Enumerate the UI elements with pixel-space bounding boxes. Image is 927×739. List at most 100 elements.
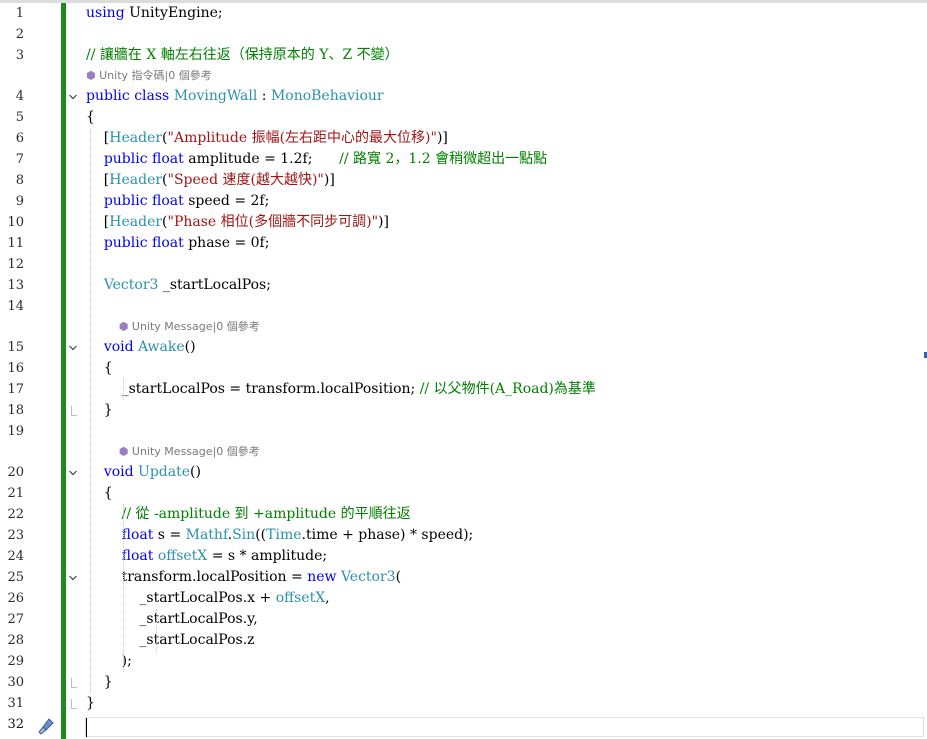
code-line[interactable]: { — [66, 483, 927, 504]
code-token: .time + phase) * speed); — [301, 527, 474, 543]
code-line[interactable]: using UnityEngine; — [66, 3, 927, 24]
line-number: 23 — [7, 528, 24, 543]
code-token: Vector3 — [340, 569, 396, 585]
code-line[interactable]: Vector3 _startLocalPos; — [66, 275, 927, 296]
code-line[interactable]: [Header("Speed 速度(越大越快)")] — [66, 170, 927, 191]
fold-end-marker — [71, 699, 77, 709]
code-line[interactable]: } — [66, 400, 927, 421]
code-text: { — [86, 107, 95, 128]
line-number: 6 — [15, 131, 24, 146]
code-token: _startLocalPos.z — [86, 632, 255, 648]
code-token: s = — [153, 527, 186, 543]
code-text: void Update() — [86, 462, 201, 483]
code-text: public float amplitude = 1.2f; // 路寬 2，1… — [86, 149, 547, 170]
line-number: 13 — [7, 278, 24, 293]
code-line[interactable] — [66, 296, 927, 317]
code-line[interactable]: _startLocalPos.z — [66, 630, 927, 651]
paintbrush-icon[interactable] — [36, 716, 56, 736]
line-number: 16 — [7, 361, 24, 376]
code-line[interactable]: _startLocalPos.x + offsetX, — [66, 588, 927, 609]
code-token: MovingWall — [173, 88, 258, 104]
code-line[interactable]: // 從 -amplitude 到 +amplitude 的平順往返 — [66, 504, 927, 525]
chevron-down-icon[interactable] — [68, 573, 78, 583]
code-token: ); — [86, 653, 132, 669]
code-line[interactable]: public float phase = 0f; — [66, 233, 927, 254]
chevron-down-icon[interactable] — [68, 92, 78, 102]
unity-cube-icon: ⬢ — [118, 320, 132, 333]
code-line[interactable]: float offsetX = s * amplitude; — [66, 546, 927, 567]
code-text: // 從 -amplitude 到 +amplitude 的平順往返 — [86, 504, 411, 525]
code-line[interactable]: _startLocalPos.y, — [66, 609, 927, 630]
code-editor[interactable]: 1 using UnityEngine; 2 3// 讓牆在 X 軸左右往返（保持原本… — [0, 0, 927, 739]
code-token: using — [86, 5, 125, 21]
codelens-hint[interactable]: ⬢ Unity Message|0 個參考 — [119, 320, 260, 334]
indent-guide — [123, 504, 124, 672]
code-line[interactable]: } — [66, 672, 927, 693]
indent-guide — [123, 379, 124, 400]
code-token: )] — [323, 172, 335, 188]
code-token: Update — [138, 464, 191, 480]
line-number: 9 — [15, 194, 24, 209]
fold-end-marker — [71, 406, 77, 416]
line-number: 2 — [15, 27, 24, 42]
code-line[interactable]: public float amplitude = 1.2f; // 路寬 2，1… — [66, 149, 927, 170]
line-number: 28 — [7, 633, 24, 648]
code-token: : — [257, 88, 271, 104]
codelens-hint[interactable]: ⬢ Unity 指令碼|0 個參考 — [86, 69, 212, 83]
code-line[interactable]: // 讓牆在 X 軸左右往返（保持原本的 Y、Z 不變） — [66, 45, 927, 66]
unity-cube-icon: ⬢ — [86, 69, 100, 82]
code-token: "Amplitude 振幅(左右距中心的最大位移)" — [167, 130, 437, 146]
code-token: , — [325, 590, 330, 606]
code-line[interactable]: void Update() — [66, 462, 927, 483]
code-token: public — [103, 193, 148, 209]
line-number: 24 — [7, 549, 24, 564]
code-token: (( — [255, 527, 267, 543]
code-line[interactable] — [66, 421, 927, 442]
code-line[interactable]: public float speed = 2f; — [66, 191, 927, 212]
line-number: 17 — [7, 382, 24, 397]
code-text: [Header("Speed 速度(越大越快)")] — [86, 170, 335, 191]
code-line[interactable] — [66, 24, 927, 45]
code-line[interactable]: } — [66, 693, 927, 714]
code-line[interactable]: float s = Mathf.Sin((Time.time + phase) … — [66, 525, 927, 546]
code-line[interactable]: [Header("Phase 相位(多個牆不同步可調)")] — [66, 212, 927, 233]
code-line[interactable]: _startLocalPos = transform.localPosition… — [66, 379, 927, 400]
code-token: float — [152, 235, 184, 251]
line-number: 21 — [7, 486, 24, 501]
code-line[interactable]: ); — [66, 651, 927, 672]
code-text: [Header("Amplitude 振幅(左右距中心的最大位移)")] — [86, 128, 448, 149]
code-line[interactable]: public class MovingWall : MonoBehaviour — [66, 86, 927, 107]
code-token: public — [86, 88, 130, 104]
line-number: 26 — [7, 591, 24, 606]
chevron-down-icon[interactable] — [68, 468, 78, 478]
code-line[interactable]: transform.localPosition = new Vector3( — [66, 567, 927, 588]
code-text: public float speed = 2f; — [86, 191, 270, 212]
text-caret — [86, 718, 87, 737]
chevron-down-icon[interactable] — [68, 343, 78, 353]
code-token: UnityEngine; — [124, 5, 223, 21]
code-line[interactable] — [66, 254, 927, 275]
line-number: 19 — [7, 424, 24, 439]
code-line[interactable]: { — [66, 358, 927, 379]
code-text: _startLocalPos = transform.localPosition… — [86, 379, 596, 400]
line-number: 22 — [7, 507, 24, 522]
codelens-text: Unity Message|0 個參考 — [131, 445, 260, 458]
code-line[interactable]: [Header("Amplitude 振幅(左右距中心的最大位移)")] — [66, 128, 927, 149]
codelens-hint[interactable]: ⬢ Unity Message|0 個參考 — [119, 445, 260, 459]
code-token: Vector3 — [103, 277, 159, 293]
code-line[interactable]: void Awake() — [66, 337, 927, 358]
line-number: 31 — [7, 696, 24, 711]
code-token: () — [190, 464, 201, 480]
code-line[interactable]: { — [66, 107, 927, 128]
code-token: public — [103, 151, 148, 167]
code-token: = s * amplitude; — [207, 548, 328, 564]
code-token: Header — [109, 214, 163, 230]
code-token: // 從 -amplitude 到 +amplitude 的平順往返 — [121, 506, 411, 522]
